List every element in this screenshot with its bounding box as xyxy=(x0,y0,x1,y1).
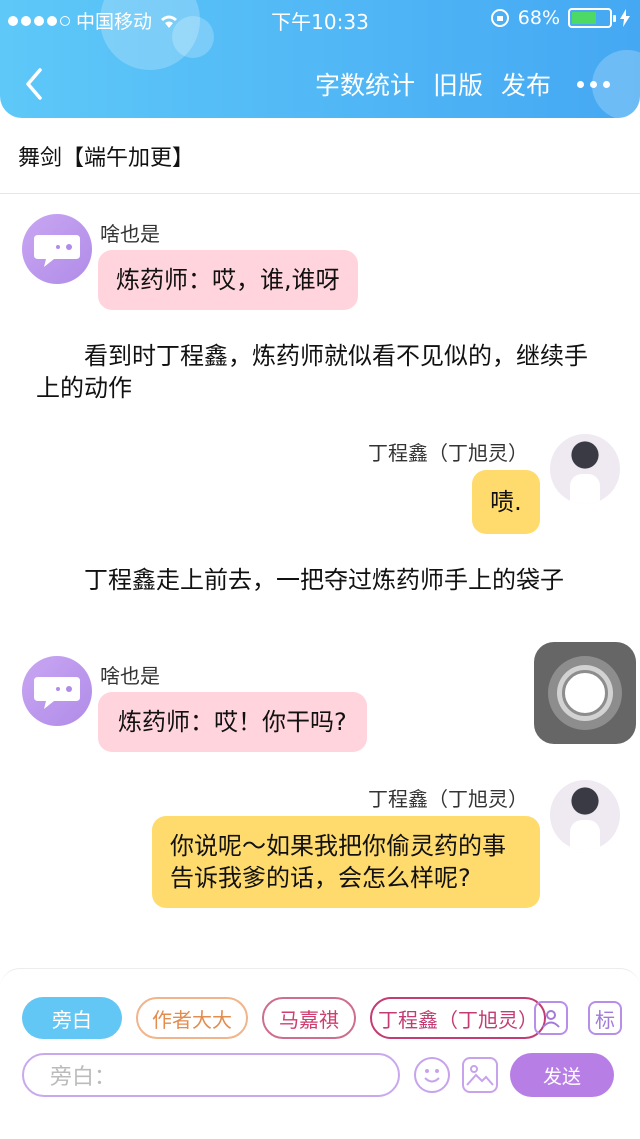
avatar[interactable] xyxy=(550,780,620,850)
avatar[interactable] xyxy=(22,214,92,284)
speaker-name: 啥也是 xyxy=(100,664,160,688)
speaker-name: 丁程鑫（丁旭灵） xyxy=(368,787,528,811)
speaker-name: 啥也是 xyxy=(100,222,160,246)
status-bar: 中国移动 下午10:33 68% xyxy=(0,0,640,36)
battery-icon xyxy=(568,8,616,28)
role-chip-author[interactable]: 作者大大 xyxy=(136,997,248,1039)
avatar[interactable] xyxy=(22,656,92,726)
charging-icon xyxy=(620,9,630,27)
ghost-chat-icon xyxy=(34,677,80,709)
more-icon[interactable] xyxy=(577,80,610,88)
narration-text[interactable]: 看到时丁程鑫，炼药师就似看不见似的，继续手上的动作 xyxy=(36,340,611,404)
chapter-title[interactable]: 舞剑【端午加更】 xyxy=(18,140,194,172)
narration-text[interactable]: 丁程鑫走上前去，一把夺过炼药师手上的袋子 xyxy=(36,564,611,596)
message-bubble[interactable]: 炼药师：哎！你干吗? xyxy=(98,692,367,752)
role-chip-narration[interactable]: 旁白 xyxy=(22,997,122,1039)
message-bubble[interactable]: 炼药师：哎，谁,谁呀 xyxy=(98,250,358,310)
assistive-touch-button[interactable] xyxy=(534,642,636,744)
publish-button[interactable]: 发布 xyxy=(501,66,551,102)
message-input[interactable]: 旁白： xyxy=(22,1053,400,1097)
compose-panel: 旁白 作者大大 马嘉祺 丁程鑫（丁旭灵） 标 旁白： 发送 xyxy=(0,968,640,1098)
image-icon[interactable] xyxy=(462,1057,498,1093)
avatar[interactable] xyxy=(550,434,620,504)
chapter-title-bar: 舞剑【端午加更】 xyxy=(0,118,640,194)
old-version-button[interactable]: 旧版 xyxy=(433,66,483,102)
rotation-lock-icon xyxy=(490,9,509,27)
role-chip-ding-chengxin[interactable]: 丁程鑫（丁旭灵） xyxy=(370,997,546,1039)
battery-percent: 68% xyxy=(517,7,560,29)
input-placeholder: 旁白： xyxy=(50,1065,117,1090)
back-chevron-icon[interactable] xyxy=(20,64,50,104)
add-role-icon[interactable] xyxy=(534,1001,568,1035)
message-bubble[interactable]: 啧. xyxy=(472,470,540,534)
send-button[interactable]: 发送 xyxy=(510,1053,614,1097)
mark-button[interactable]: 标 xyxy=(588,1001,622,1035)
app-header: 中国移动 下午10:33 68% 字数统计 旧版 发布 xyxy=(0,0,640,118)
nav-bar: 字数统计 旧版 发布 xyxy=(0,56,640,110)
role-chip-ma-jiaqi[interactable]: 马嘉祺 xyxy=(262,997,356,1039)
ghost-chat-icon xyxy=(34,235,80,267)
speaker-name: 丁程鑫（丁旭灵） xyxy=(368,441,528,465)
message-bubble[interactable]: 你说呢～如果我把你偷灵药的事告诉我爹的话，会怎么样呢? xyxy=(152,816,540,908)
emoji-icon[interactable] xyxy=(414,1057,450,1093)
word-count-button[interactable]: 字数统计 xyxy=(315,66,415,102)
